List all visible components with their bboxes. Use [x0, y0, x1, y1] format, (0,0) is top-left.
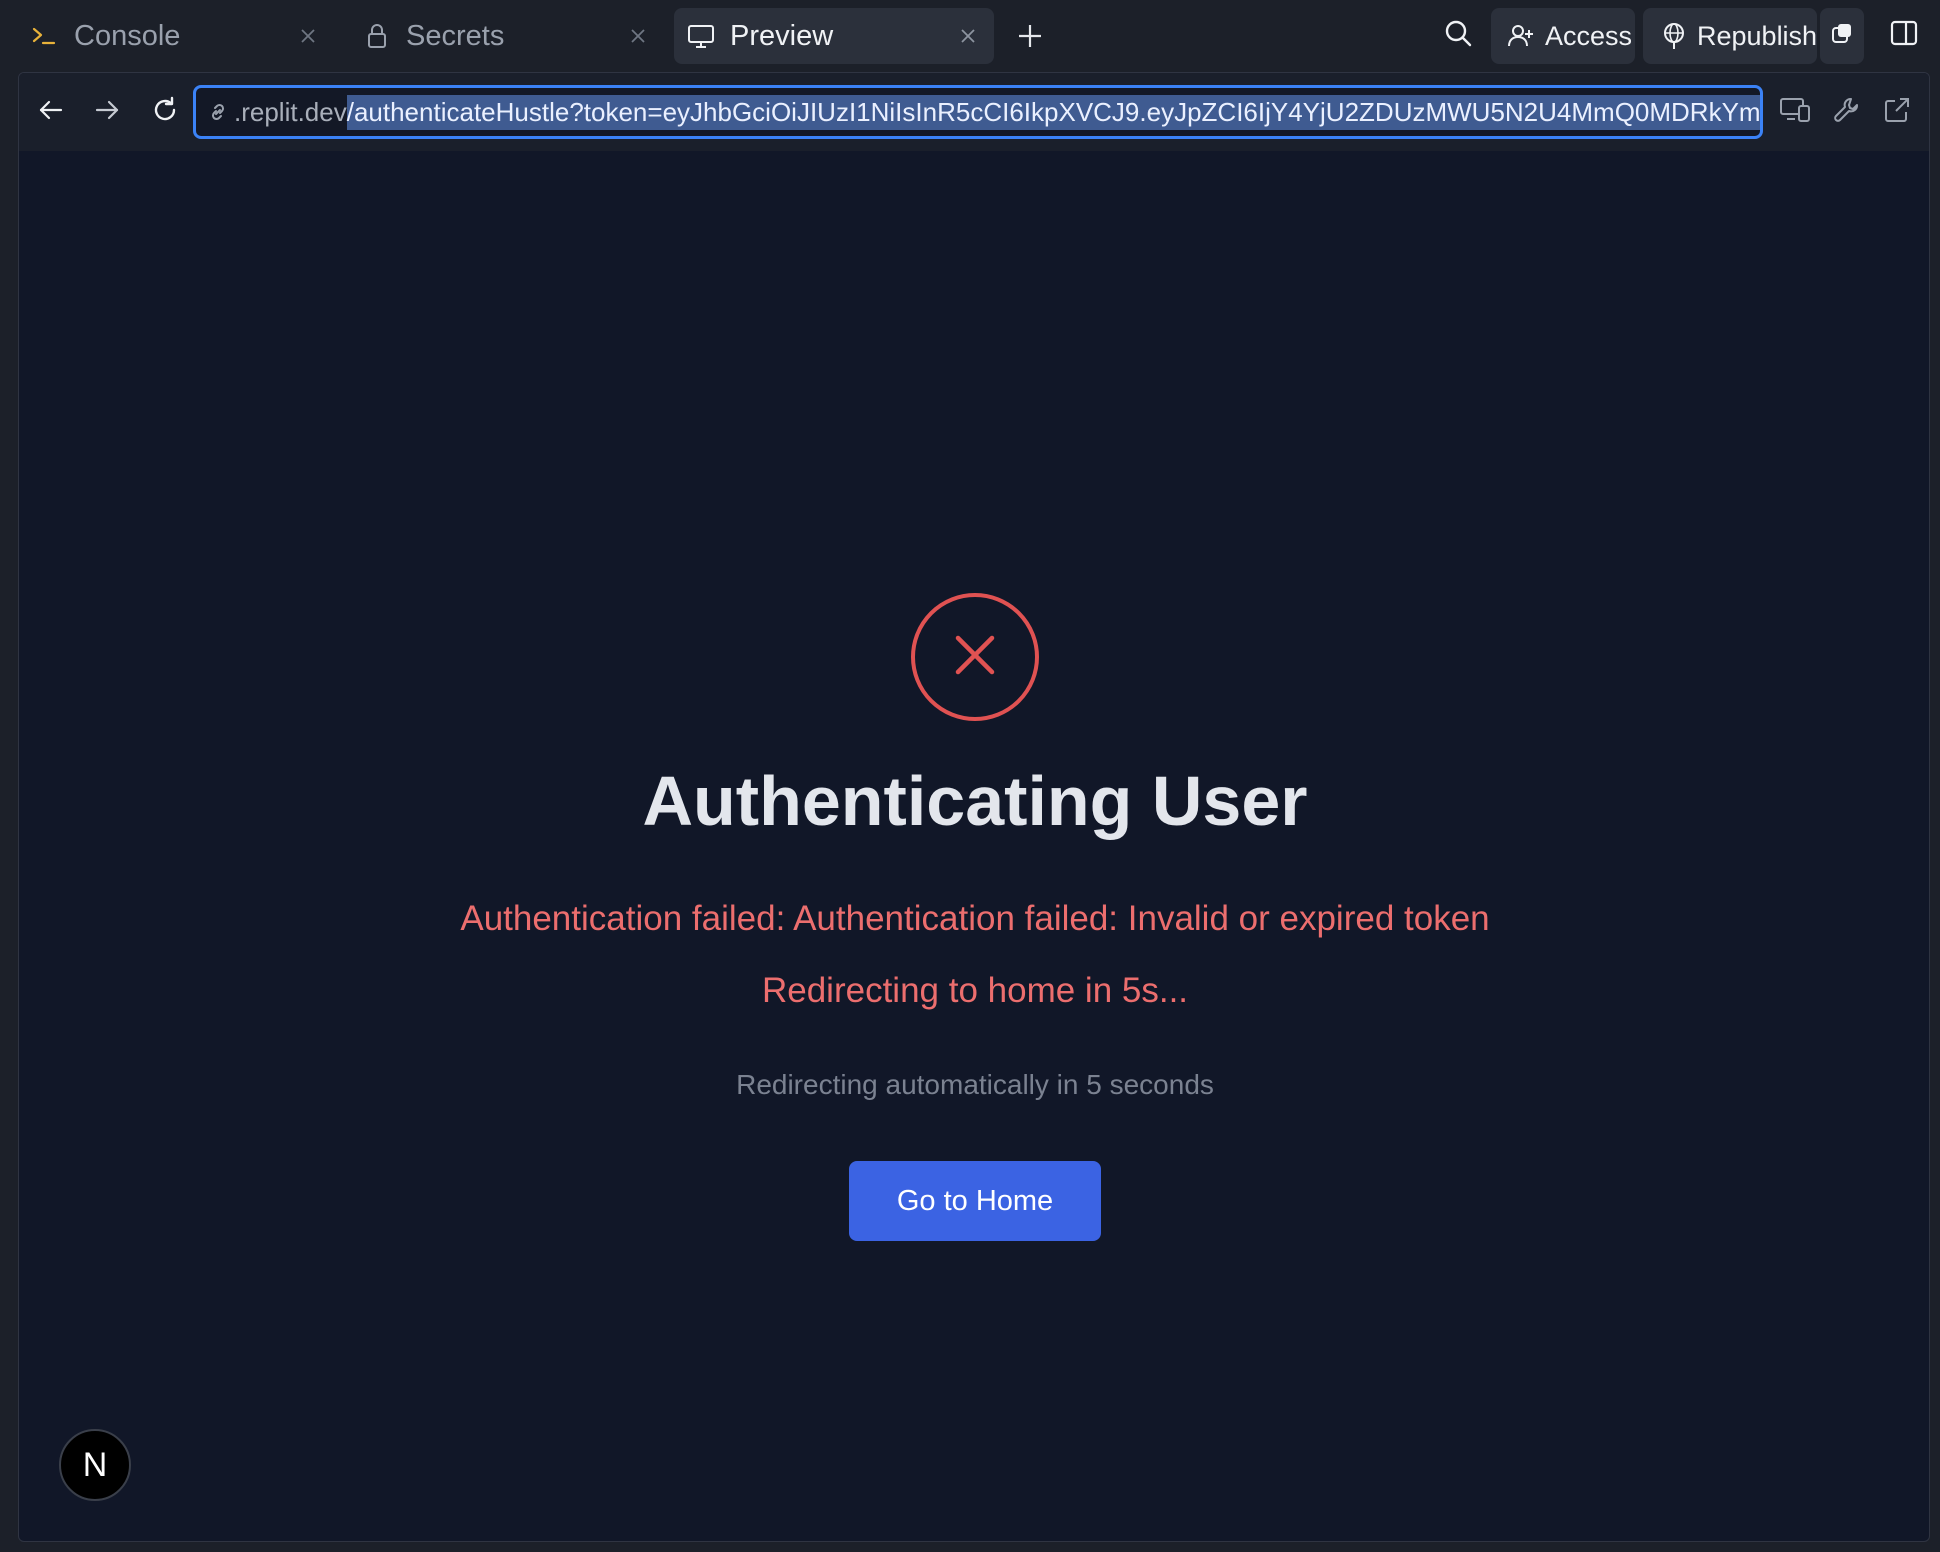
go-to-home-button[interactable]: Go to Home: [849, 1161, 1101, 1241]
access-label: Access: [1545, 20, 1633, 51]
back-button[interactable]: [31, 92, 71, 132]
arrow-left-icon: [37, 96, 65, 129]
tab-console[interactable]: Console: [24, 8, 334, 64]
redirect-countdown: Redirecting to home in 5s...: [761, 971, 1189, 1010]
page-content: Authenticating User Authentication faile…: [19, 151, 1929, 1541]
url-host: .replit.dev: [234, 96, 347, 127]
link-icon: [206, 100, 230, 124]
arrow-right-icon: [93, 96, 121, 129]
close-icon[interactable]: [626, 24, 650, 48]
tab-label: Preview: [730, 19, 834, 52]
url-input[interactable]: .replit.dev/authenticateHustle?token=eyJ…: [193, 85, 1763, 139]
close-icon[interactable]: [956, 24, 980, 48]
republish-label: Republish: [1697, 20, 1818, 51]
close-icon[interactable]: [296, 24, 320, 48]
tab-secrets[interactable]: Secrets: [354, 8, 664, 64]
plus-icon: [1015, 21, 1045, 56]
search-icon: [1442, 17, 1474, 56]
split-panel-icon: [1889, 18, 1919, 55]
tab-label: Console: [74, 19, 181, 52]
tab-preview[interactable]: Preview: [674, 8, 994, 64]
deploy-options-button[interactable]: [1820, 8, 1864, 64]
windows-icon: [1830, 21, 1854, 52]
new-tab-button[interactable]: [1010, 18, 1050, 58]
toggle-panel-button[interactable]: [1880, 8, 1928, 64]
page-title: Authenticating User: [642, 762, 1308, 840]
wrench-icon: [1832, 95, 1862, 130]
preview-url-toolbar: .replit.dev/authenticateHustle?token=eyJ…: [19, 73, 1929, 151]
device-preview-button[interactable]: [1775, 92, 1815, 132]
url-path-selected: /authenticateHustle?token=eyJhbGciOiJIUz…: [346, 94, 1760, 130]
close-icon: [950, 630, 1000, 685]
globe-pin-icon: [1661, 22, 1687, 50]
lock-icon: [362, 21, 392, 51]
tab-bar: Console Secrets Preview Access Republish: [0, 0, 1940, 72]
forward-button[interactable]: [87, 92, 127, 132]
devtools-button[interactable]: [1827, 92, 1867, 132]
auto-redirect-note: Redirecting automatically in 5 seconds: [736, 1069, 1214, 1100]
error-message: Authentication failed: Authentication fa…: [460, 899, 1490, 938]
nextjs-dev-indicator[interactable]: N: [59, 1429, 131, 1501]
tab-label: Secrets: [406, 19, 505, 52]
error-status-icon: [911, 593, 1039, 721]
refresh-icon: [150, 95, 180, 130]
republish-button[interactable]: Republish: [1643, 8, 1817, 64]
search-button[interactable]: [1434, 8, 1482, 64]
preview-pane: .replit.dev/authenticateHustle?token=eyJ…: [18, 72, 1930, 1542]
reload-button[interactable]: [145, 92, 185, 132]
terminal-icon: [30, 21, 60, 51]
open-new-tab-button[interactable]: [1877, 92, 1917, 132]
external-link-icon: [1882, 95, 1912, 130]
devices-icon: [1779, 95, 1811, 130]
monitor-icon: [686, 21, 716, 51]
access-button[interactable]: Access: [1491, 8, 1635, 64]
add-user-icon: [1507, 22, 1535, 50]
